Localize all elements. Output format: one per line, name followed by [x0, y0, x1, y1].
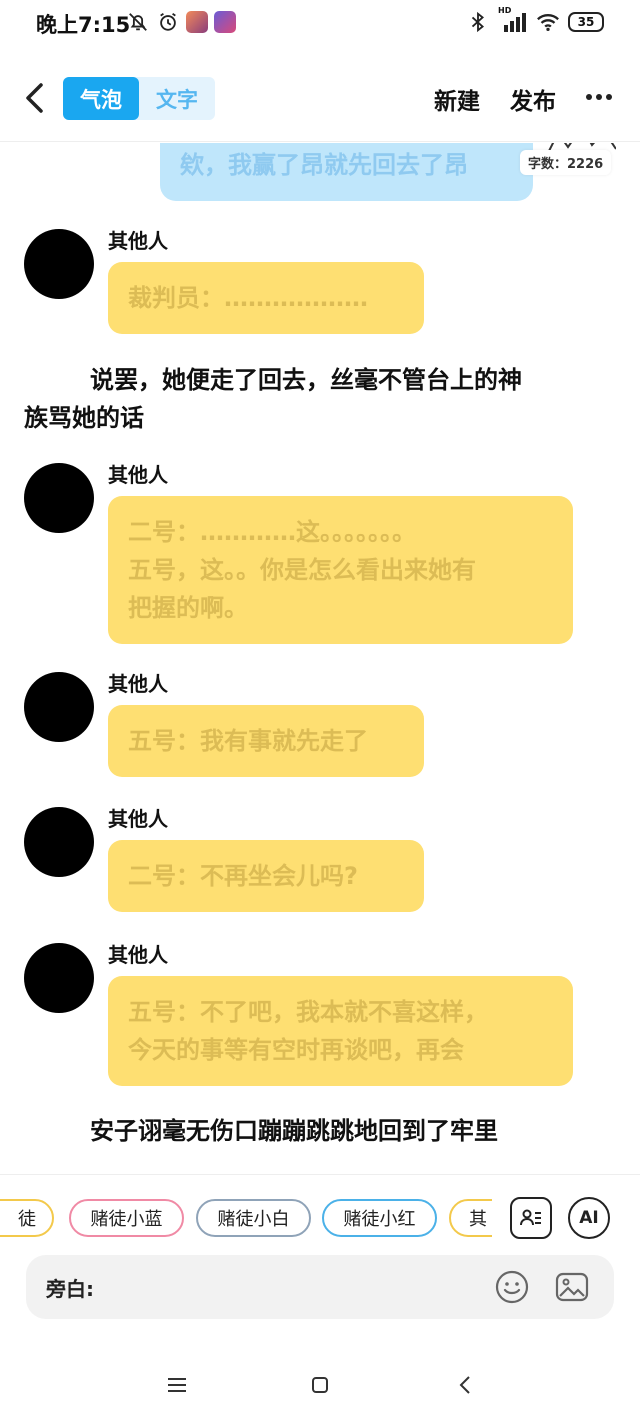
role-chip[interactable]: 赌徒小红	[322, 1199, 437, 1237]
sender-name: 其他人	[108, 463, 168, 487]
home-icon	[312, 1377, 328, 1393]
role-chip[interactable]: 徒	[0, 1199, 54, 1237]
avatar[interactable]	[24, 943, 94, 1013]
image-button[interactable]	[554, 1269, 590, 1305]
message-input[interactable]	[106, 1267, 496, 1307]
message-line: 把握的啊。	[128, 594, 248, 622]
publish-button[interactable]: 发布	[510, 82, 556, 116]
role-chip[interactable]: 赌徒小蓝	[69, 1199, 184, 1237]
status-time: 晚上7:15	[36, 13, 131, 37]
smile-icon	[495, 1270, 529, 1304]
narration-line: 说罢，她便走了回去，丝毫不管台上的神	[90, 366, 522, 394]
message-line: 裁判员：………………	[128, 284, 368, 312]
message-bubble[interactable]: 五号：我有事就先走了	[108, 705, 424, 777]
avatar[interactable]	[24, 463, 94, 533]
own-message-bubble[interactable]: 欸，我赢了昂就先回去了昂	[160, 143, 533, 201]
role-chip[interactable]: 赌徒小白	[196, 1199, 311, 1237]
narration-text[interactable]: 安子诩毫无伤口蹦蹦跳跳地回到了牢里	[90, 1112, 630, 1150]
message-line: 五号：不了吧，我本就不喜这样，	[128, 998, 488, 1026]
status-right-icons: HD 35	[466, 6, 604, 34]
wifi-icon	[536, 10, 560, 34]
menu-button[interactable]	[160, 1368, 194, 1402]
compose-panel: 徒 赌徒小蓝 赌徒小白 赌徒小红 其 AI 旁白:	[0, 1174, 640, 1348]
narration-line: 安子诩毫无伤口蹦蹦跳跳地回到了牢里	[90, 1117, 498, 1145]
menu-icon	[168, 1378, 186, 1392]
top-navigation: 气泡 文字 新建 发布	[0, 56, 640, 142]
sender-name: 其他人	[108, 672, 168, 696]
chevron-left-icon	[26, 83, 43, 113]
message-bubble[interactable]: 五号：不了吧，我本就不喜这样， 今天的事等有空时再谈吧，再会	[108, 976, 573, 1086]
status-bar: 晚上7:15 HD 35	[0, 0, 640, 48]
sender-name: 其他人	[108, 943, 168, 967]
bell-off-icon	[126, 10, 150, 34]
narration-line: 族骂她的话	[24, 404, 144, 432]
message-line: 二号：…………这。。。。。。。	[128, 518, 416, 546]
new-button[interactable]: 新建	[434, 82, 480, 116]
app-notification-icon	[214, 11, 236, 33]
more-icon	[586, 94, 612, 100]
signal-icon: HD	[498, 6, 528, 34]
message-line: 今天的事等有空时再谈吧，再会	[128, 1036, 464, 1064]
tab-text[interactable]: 文字	[139, 77, 215, 120]
role-manage-button[interactable]	[510, 1197, 552, 1239]
back-button[interactable]	[16, 76, 52, 120]
message-line: 五号，这。。你是怎么看出来她有	[128, 556, 476, 584]
sender-name: 其他人	[108, 807, 168, 831]
input-role-label: 旁白:	[46, 1277, 94, 1301]
avatar[interactable]	[24, 807, 94, 877]
mode-segmented-control: 气泡 文字	[63, 77, 215, 120]
message-line: 五号：我有事就先走了	[128, 727, 368, 755]
message-bubble[interactable]: 二号：不再坐会儿吗?	[108, 840, 424, 912]
alarm-icon	[156, 10, 180, 34]
system-back-button[interactable]	[448, 1368, 482, 1402]
home-button[interactable]	[303, 1368, 337, 1402]
narration-text[interactable]: 说罢，她便走了回去，丝毫不管台上的神 族骂她的话	[24, 361, 624, 437]
chat-area[interactable]: 欸，我赢了昂就先回去了昂 字数：2226 其他人 裁判员：……………… 说罢，她…	[0, 143, 640, 1173]
ai-button[interactable]: AI	[568, 1197, 610, 1239]
contact-card-icon	[520, 1209, 541, 1226]
image-icon	[555, 1272, 589, 1302]
emoji-button[interactable]	[494, 1269, 530, 1305]
message-bubble[interactable]: 裁判员：………………	[108, 262, 424, 334]
back-icon	[459, 1376, 470, 1394]
word-count-badge: 字数：2226	[520, 150, 612, 175]
message-bubble[interactable]: 二号：…………这。。。。。。。 五号，这。。你是怎么看出来她有 把握的啊。	[108, 496, 573, 644]
narration-input-row: 旁白:	[26, 1255, 614, 1319]
avatar[interactable]	[24, 672, 94, 742]
app-notification-icon	[186, 11, 208, 33]
status-left-icons	[126, 10, 236, 34]
message-line: 二号：不再坐会儿吗?	[128, 862, 358, 890]
bluetooth-icon	[466, 10, 490, 34]
more-options-button[interactable]	[582, 80, 616, 114]
role-chip-list[interactable]: 徒 赌徒小蓝 赌徒小白 赌徒小红 其	[0, 1199, 492, 1239]
system-navigation-bar	[0, 1348, 640, 1422]
network-label: HD	[498, 6, 512, 15]
battery-indicator: 35	[568, 12, 604, 32]
role-chip[interactable]: 其	[449, 1199, 492, 1237]
tab-bubble[interactable]: 气泡	[63, 77, 139, 120]
sender-name: 其他人	[108, 229, 168, 253]
avatar[interactable]	[24, 229, 94, 299]
